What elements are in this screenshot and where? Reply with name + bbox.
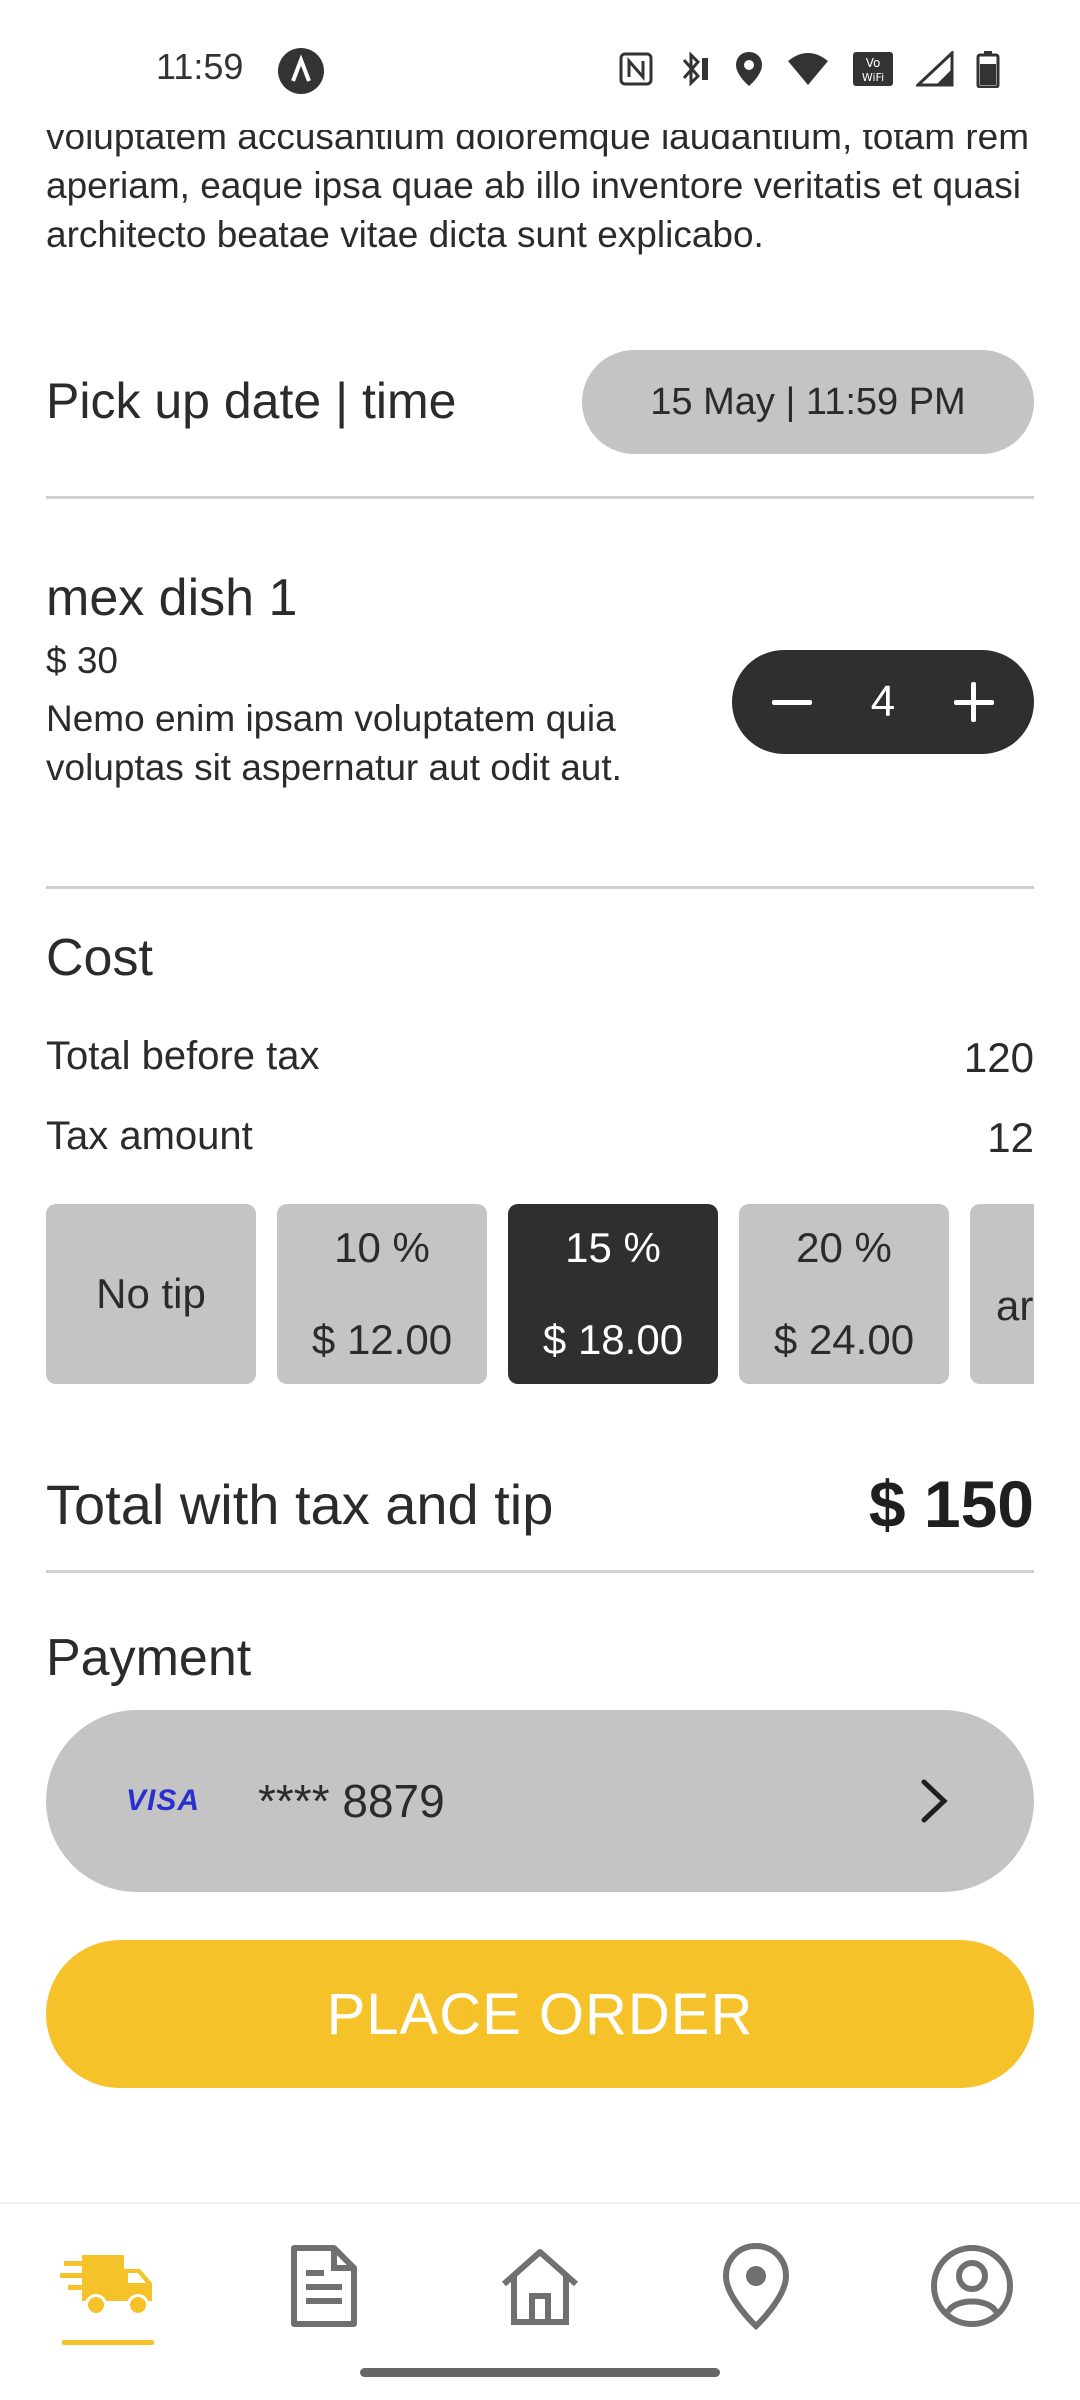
wifi-icon (786, 51, 830, 92)
location-pin-icon (720, 2242, 792, 2335)
divider (46, 886, 1034, 889)
account-icon (928, 2242, 1016, 2335)
home-gesture-bar[interactable] (360, 2368, 720, 2377)
status-icons: Vo WiFi (618, 49, 1000, 93)
card-number: **** 8879 (258, 1775, 445, 1827)
visa-logo: VISA (126, 1784, 201, 1817)
battery-icon (976, 50, 1000, 93)
place-order-button[interactable]: PLACE ORDER (46, 1940, 1034, 2088)
tip-label: 15 % (565, 1224, 661, 1271)
svg-text:WiFi: WiFi (862, 71, 884, 84)
status-time: 11:59 (156, 46, 244, 87)
nav-item-home[interactable] (490, 2238, 590, 2338)
status-bar: 11:59 Vo WiFi (0, 0, 1080, 130)
tip-amount: $ 12.00 (311, 1316, 453, 1363)
increase-quantity-button[interactable] (950, 678, 998, 726)
location-icon (734, 50, 764, 93)
tip-option-10[interactable]: 10 % $ 12.00 (277, 1204, 487, 1384)
total-row: Total with tax and tip $ 150 (46, 1466, 1034, 1542)
dish-description: Nemo enim ipsam voluptatem quia voluptas… (46, 698, 622, 788)
total-label: Total with tax and tip (46, 1472, 554, 1536)
tip-option-custom[interactable]: ar (970, 1204, 1034, 1384)
payment-method-button[interactable]: VISA **** 8879 (46, 1710, 1034, 1892)
decrease-quantity-button[interactable] (768, 678, 816, 726)
cost-row-value: 120 (963, 1034, 1034, 1081)
active-tab-indicator (62, 2340, 154, 2345)
tip-label: 20 % (796, 1224, 892, 1271)
app-notification-icon (278, 48, 324, 94)
quantity-value: 4 (870, 677, 896, 726)
nav-item-orders[interactable] (274, 2238, 374, 2338)
dish-title: mex dish 1 (46, 569, 298, 627)
svg-text:Vo: Vo (866, 56, 881, 70)
tip-option-20[interactable]: 20 % $ 24.00 (739, 1204, 949, 1384)
payment-heading: Payment (46, 1629, 252, 1687)
home-icon (498, 2244, 582, 2333)
tip-label: 10 % (334, 1224, 430, 1271)
total-value: $ 150 (868, 1467, 1034, 1541)
bluetooth-icon (676, 50, 712, 93)
tip-amount: $ 24.00 (773, 1316, 915, 1363)
description-text: voluptatem accusantium doloremque laudan… (46, 116, 1030, 255)
cost-row-label: Total before tax (46, 1034, 320, 1078)
tip-amount: $ 18.00 (542, 1316, 684, 1363)
tip-label: No tip (96, 1270, 206, 1317)
nfc-icon (618, 51, 654, 92)
orders-document-icon (288, 2244, 360, 2333)
pickup-label: Pick up date | time (46, 373, 457, 429)
cost-heading: Cost (46, 929, 153, 987)
nav-item-delivery[interactable] (58, 2238, 158, 2338)
cost-row-before-tax: Total before tax 120 (46, 1034, 1034, 1082)
tip-option-none[interactable]: No tip (46, 1204, 256, 1384)
tip-options: No tip 10 % $ 12.00 15 % $ 18.00 20 % $ … (46, 1204, 1034, 1384)
nav-item-account[interactable] (922, 2238, 1022, 2338)
pickup-datetime-button[interactable]: 15 May | 11:59 PM (582, 350, 1034, 454)
delivery-truck-icon (60, 2251, 156, 2326)
cost-row-value: 12 (987, 1114, 1034, 1161)
cost-row-tax: Tax amount 12 (46, 1114, 1034, 1162)
signal-icon (914, 49, 954, 92)
nav-item-location[interactable] (706, 2238, 806, 2338)
cost-row-label: Tax amount (46, 1114, 253, 1158)
divider (46, 496, 1034, 499)
tip-option-15[interactable]: 15 % $ 18.00 (508, 1204, 718, 1384)
divider (46, 1570, 1034, 1573)
chevron-right-icon (914, 1776, 954, 1826)
quantity-stepper: 4 (732, 650, 1034, 754)
vowifi-icon: Vo WiFi (852, 51, 894, 92)
tip-amount: ar (996, 1282, 1034, 1329)
dish-price: $ 30 (46, 640, 119, 681)
